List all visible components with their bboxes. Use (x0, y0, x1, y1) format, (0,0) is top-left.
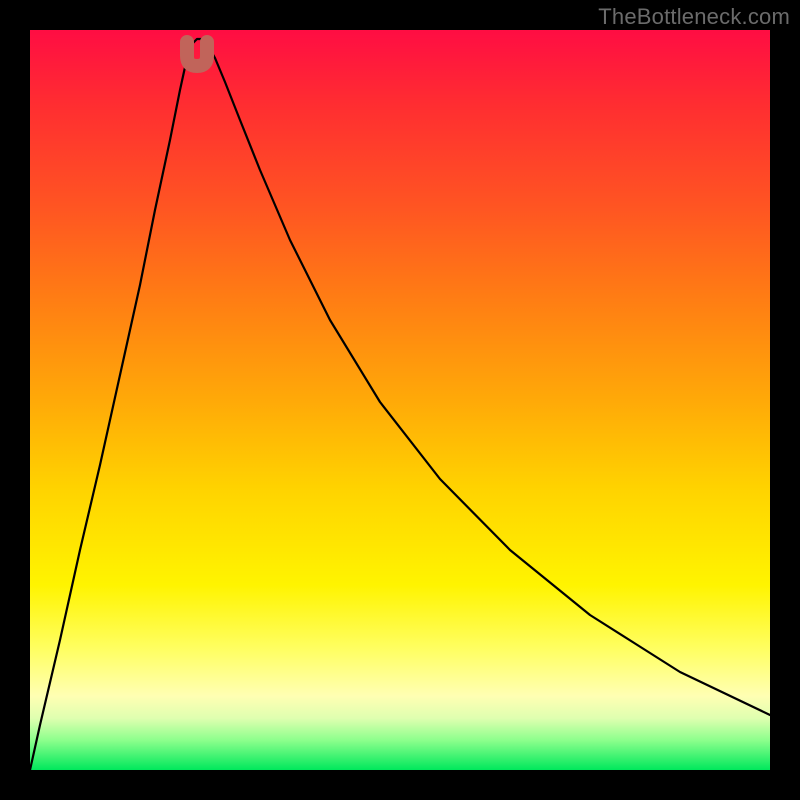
watermark-text: TheBottleneck.com (598, 4, 790, 30)
bottleneck-curve (30, 39, 770, 770)
curve-layer (30, 30, 770, 770)
plot-area (30, 30, 770, 770)
chart-frame: TheBottleneck.com (0, 0, 800, 800)
optimal-zone-marker (187, 42, 207, 66)
